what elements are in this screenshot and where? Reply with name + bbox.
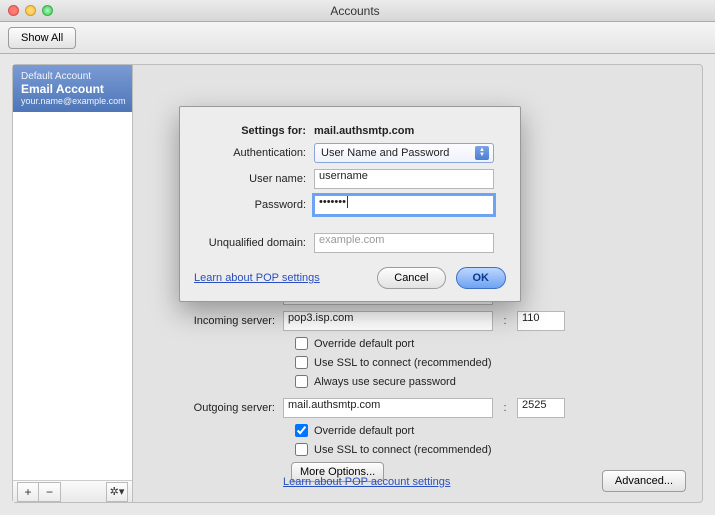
remove-account-button[interactable]: −: [39, 482, 61, 502]
incoming-override-port-label: Override default port: [314, 338, 414, 350]
gear-menu-button[interactable]: ✲▾: [106, 482, 128, 502]
ok-button[interactable]: OK: [456, 267, 507, 289]
secure-password-checkbox[interactable]: [295, 375, 308, 388]
settings-for-label: Settings for:: [194, 125, 306, 137]
authentication-label: Authentication:: [194, 147, 306, 159]
username-field[interactable]: username: [314, 169, 494, 189]
unqualified-domain-label: Unqualified domain:: [194, 237, 306, 249]
settings-for-value: mail.authsmtp.com: [314, 125, 414, 137]
toolbar: Show All: [0, 22, 715, 54]
window-controls: [8, 5, 53, 16]
outgoing-port-field[interactable]: 2525: [517, 398, 565, 418]
incoming-server-field[interactable]: pop3.isp.com: [283, 311, 493, 331]
incoming-ssl-checkbox[interactable]: [295, 356, 308, 369]
incoming-port-field[interactable]: 110: [517, 311, 565, 331]
account-name: Email Account: [21, 82, 124, 96]
outgoing-ssl-checkbox[interactable]: [295, 443, 308, 456]
secure-password-label: Always use secure password: [314, 376, 456, 388]
authentication-select[interactable]: User Name and Password ▲▼: [314, 143, 494, 163]
titlebar: Accounts: [0, 0, 715, 22]
account-default-label: Default Account: [21, 71, 124, 82]
port-separator-2: :: [501, 402, 509, 414]
outgoing-server-label: Outgoing server:: [145, 402, 275, 414]
add-account-button[interactable]: +: [17, 482, 39, 502]
username-label: User name:: [194, 173, 306, 185]
accounts-sidebar: Default Account Email Account your.name@…: [13, 65, 133, 502]
sidebar-footer: + − ✲▾: [13, 480, 132, 502]
text-cursor-icon: [347, 196, 348, 208]
smtp-settings-sheet: Settings for: mail.authsmtp.com Authenti…: [179, 106, 521, 302]
minimize-window-icon[interactable]: [25, 5, 36, 16]
window-title: Accounts: [53, 4, 657, 18]
incoming-ssl-label: Use SSL to connect (recommended): [314, 357, 492, 369]
select-arrows-icon: ▲▼: [475, 146, 489, 160]
unqualified-domain-field[interactable]: example.com: [314, 233, 494, 253]
outgoing-server-field[interactable]: mail.authsmtp.com: [283, 398, 493, 418]
outgoing-override-port-checkbox[interactable]: [295, 424, 308, 437]
authentication-value: User Name and Password: [321, 147, 449, 159]
show-all-button[interactable]: Show All: [8, 27, 76, 49]
incoming-override-port-checkbox[interactable]: [295, 337, 308, 350]
learn-pop-account-link[interactable]: Learn about POP account settings: [283, 476, 450, 488]
incoming-server-label: Incoming server:: [145, 315, 275, 327]
outgoing-override-port-label: Override default port: [314, 425, 414, 437]
learn-pop-settings-link[interactable]: Learn about POP settings: [194, 272, 320, 284]
outgoing-ssl-label: Use SSL to connect (recommended): [314, 444, 492, 456]
close-window-icon[interactable]: [8, 5, 19, 16]
port-separator: :: [501, 315, 509, 327]
sheet-password-label: Password:: [194, 199, 306, 211]
advanced-button[interactable]: Advanced...: [602, 470, 686, 492]
cancel-button[interactable]: Cancel: [377, 267, 445, 289]
sheet-password-field[interactable]: •••••••: [314, 195, 494, 215]
account-item-selected[interactable]: Default Account Email Account your.name@…: [13, 65, 132, 112]
zoom-window-icon[interactable]: [42, 5, 53, 16]
account-email: your.name@example.com: [21, 96, 124, 106]
